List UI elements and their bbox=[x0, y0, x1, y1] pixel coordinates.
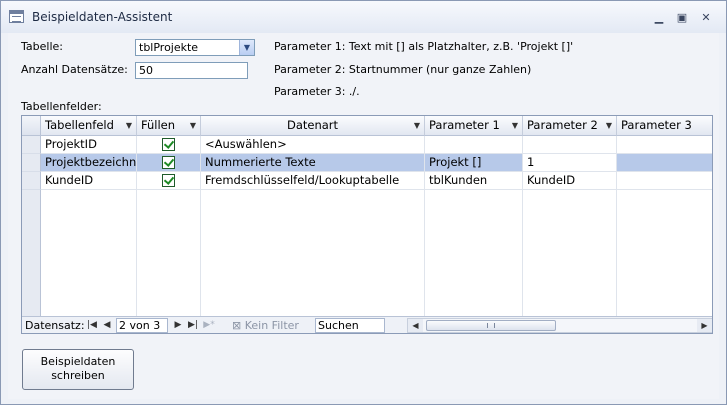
row-selector[interactable] bbox=[22, 172, 41, 190]
col-header-tabellenfeld[interactable]: Tabellenfeld ▼ bbox=[41, 116, 137, 136]
table-row[interactable]: ProjektID <Auswählen> bbox=[22, 136, 712, 154]
col-header-fuellen[interactable]: Füllen ▼ bbox=[137, 116, 201, 136]
param1-info: Parameter 1: Text mit [] als Platzhalter… bbox=[274, 40, 574, 53]
horizontal-scrollbar[interactable]: ◀ ▶ bbox=[407, 318, 712, 333]
cell-datenart[interactable]: Nummerierte Texte bbox=[201, 154, 425, 172]
empty-column bbox=[201, 190, 425, 316]
beispieldaten-schreiben-button[interactable]: Beispieldaten schreiben bbox=[22, 349, 134, 390]
cell-tabellenfeld[interactable]: Projektbezeichnung bbox=[41, 154, 137, 172]
empty-column bbox=[41, 190, 137, 316]
chevron-down-icon[interactable]: ▼ bbox=[239, 40, 254, 55]
chevron-down-icon[interactable]: ▼ bbox=[414, 116, 420, 135]
empty-column bbox=[137, 190, 201, 316]
col-header-parameter3[interactable]: Parameter 3 bbox=[617, 116, 712, 136]
close-button[interactable]: ✕ bbox=[697, 10, 715, 25]
cell-parameter2[interactable] bbox=[523, 136, 617, 154]
row-selector[interactable] bbox=[22, 154, 41, 172]
fuellen-checkbox[interactable] bbox=[162, 174, 175, 187]
cell-tabellenfeld[interactable]: ProjektID bbox=[41, 136, 137, 154]
cell-tabellenfeld[interactable]: KundeID bbox=[41, 172, 137, 190]
cell-parameter3[interactable] bbox=[617, 154, 712, 172]
search-input[interactable]: Suchen bbox=[315, 318, 385, 333]
form-icon bbox=[9, 10, 24, 23]
title-bar: Beispieldaten-Assistent ▁ ▣ ✕ bbox=[1, 1, 726, 33]
chevron-down-icon[interactable]: ▼ bbox=[512, 116, 518, 135]
cell-parameter1[interactable] bbox=[425, 136, 523, 154]
last-record-icon[interactable]: ▶| bbox=[187, 319, 199, 332]
scroll-right-icon[interactable]: ▶ bbox=[697, 319, 712, 332]
previous-record-icon[interactable]: ◀ bbox=[101, 319, 113, 332]
cell-fuellen[interactable] bbox=[137, 136, 201, 154]
empty-area bbox=[22, 190, 712, 316]
new-record-icon[interactable]: ▶* bbox=[203, 319, 215, 332]
fuellen-checkbox[interactable] bbox=[162, 138, 175, 151]
tabelle-combo[interactable]: tblProjekte ▼ bbox=[135, 39, 255, 56]
select-all-corner[interactable] bbox=[22, 116, 41, 136]
chevron-down-icon[interactable]: ▼ bbox=[126, 116, 132, 135]
minimize-button[interactable]: ▁ bbox=[650, 10, 668, 25]
scroll-left-icon[interactable]: ◀ bbox=[408, 319, 423, 332]
cell-parameter2[interactable]: 1 bbox=[523, 154, 617, 172]
col-header-parameter2[interactable]: Parameter 2 ▼ bbox=[523, 116, 617, 136]
datensatz-label: Datensatz: bbox=[25, 319, 85, 332]
table-row[interactable]: KundeID Fremdschlüsselfeld/Lookuptabelle… bbox=[22, 172, 712, 190]
table-row[interactable]: Projektbezeichnung Nummerierte Texte Pro… bbox=[22, 154, 712, 172]
col-header-datenart[interactable]: Datenart ▼ bbox=[201, 116, 425, 136]
button-label-line1: Beispieldaten bbox=[40, 355, 116, 368]
row-selector-column bbox=[22, 190, 41, 316]
empty-column bbox=[617, 190, 712, 316]
row-selector[interactable] bbox=[22, 136, 41, 154]
no-filter-button[interactable]: ⊠ Kein Filter bbox=[232, 318, 299, 333]
cell-datenart[interactable]: Fremdschlüsselfeld/Lookuptabelle bbox=[201, 172, 425, 190]
record-navigation-bar: Datensatz: |◀ ◀ 2 von 3 ▶ ▶| ▶* ⊠ Kein F… bbox=[22, 316, 712, 333]
window-title: Beispieldaten-Assistent bbox=[32, 10, 173, 24]
chevron-down-icon[interactable]: ▼ bbox=[606, 116, 612, 135]
first-record-icon[interactable]: |◀ bbox=[86, 319, 98, 332]
anzahl-input[interactable]: 50 bbox=[135, 62, 248, 79]
scroll-thumb[interactable] bbox=[426, 320, 556, 331]
fuellen-checkbox[interactable] bbox=[162, 156, 175, 169]
form-body: Tabelle: tblProjekte ▼ Anzahl Datensätze… bbox=[8, 33, 719, 399]
restore-button[interactable]: ▣ bbox=[673, 10, 691, 25]
cell-parameter3[interactable] bbox=[617, 172, 712, 190]
param2-info: Parameter 2: Startnummer (nur ganze Zahl… bbox=[274, 63, 532, 76]
next-record-icon[interactable]: ▶ bbox=[172, 319, 184, 332]
fields-datasheet: Tabellenfeld ▼ Füllen ▼ Datenart ▼ Paramete… bbox=[21, 115, 713, 334]
filter-icon: ⊠ bbox=[232, 319, 245, 332]
fields-label: Tabellenfelder: bbox=[21, 100, 102, 113]
button-label-line2: schreiben bbox=[51, 369, 105, 382]
wizard-window: Beispieldaten-Assistent ▁ ▣ ✕ Tabelle: t… bbox=[0, 0, 727, 405]
anzahl-label: Anzahl Datensätze: bbox=[21, 63, 128, 76]
empty-column bbox=[523, 190, 617, 316]
cell-datenart[interactable]: <Auswählen> bbox=[201, 136, 425, 154]
cell-parameter1[interactable]: Projekt [] bbox=[425, 154, 523, 172]
tabelle-label: Tabelle: bbox=[21, 40, 63, 53]
header-row: Tabellenfeld ▼ Füllen ▼ Datenart ▼ Paramete… bbox=[22, 116, 712, 136]
col-header-parameter1[interactable]: Parameter 1 ▼ bbox=[425, 116, 523, 136]
empty-column bbox=[425, 190, 523, 316]
cell-parameter1[interactable]: tblKunden bbox=[425, 172, 523, 190]
chevron-down-icon[interactable]: ▼ bbox=[190, 116, 196, 135]
cell-parameter2[interactable]: KundeID bbox=[523, 172, 617, 190]
cell-fuellen[interactable] bbox=[137, 154, 201, 172]
cell-parameter3[interactable] bbox=[617, 136, 712, 154]
record-position-input[interactable]: 2 von 3 bbox=[116, 318, 168, 333]
cell-fuellen[interactable] bbox=[137, 172, 201, 190]
param3-info: Parameter 3: ./. bbox=[274, 85, 360, 98]
tabelle-value: tblProjekte bbox=[139, 41, 199, 54]
